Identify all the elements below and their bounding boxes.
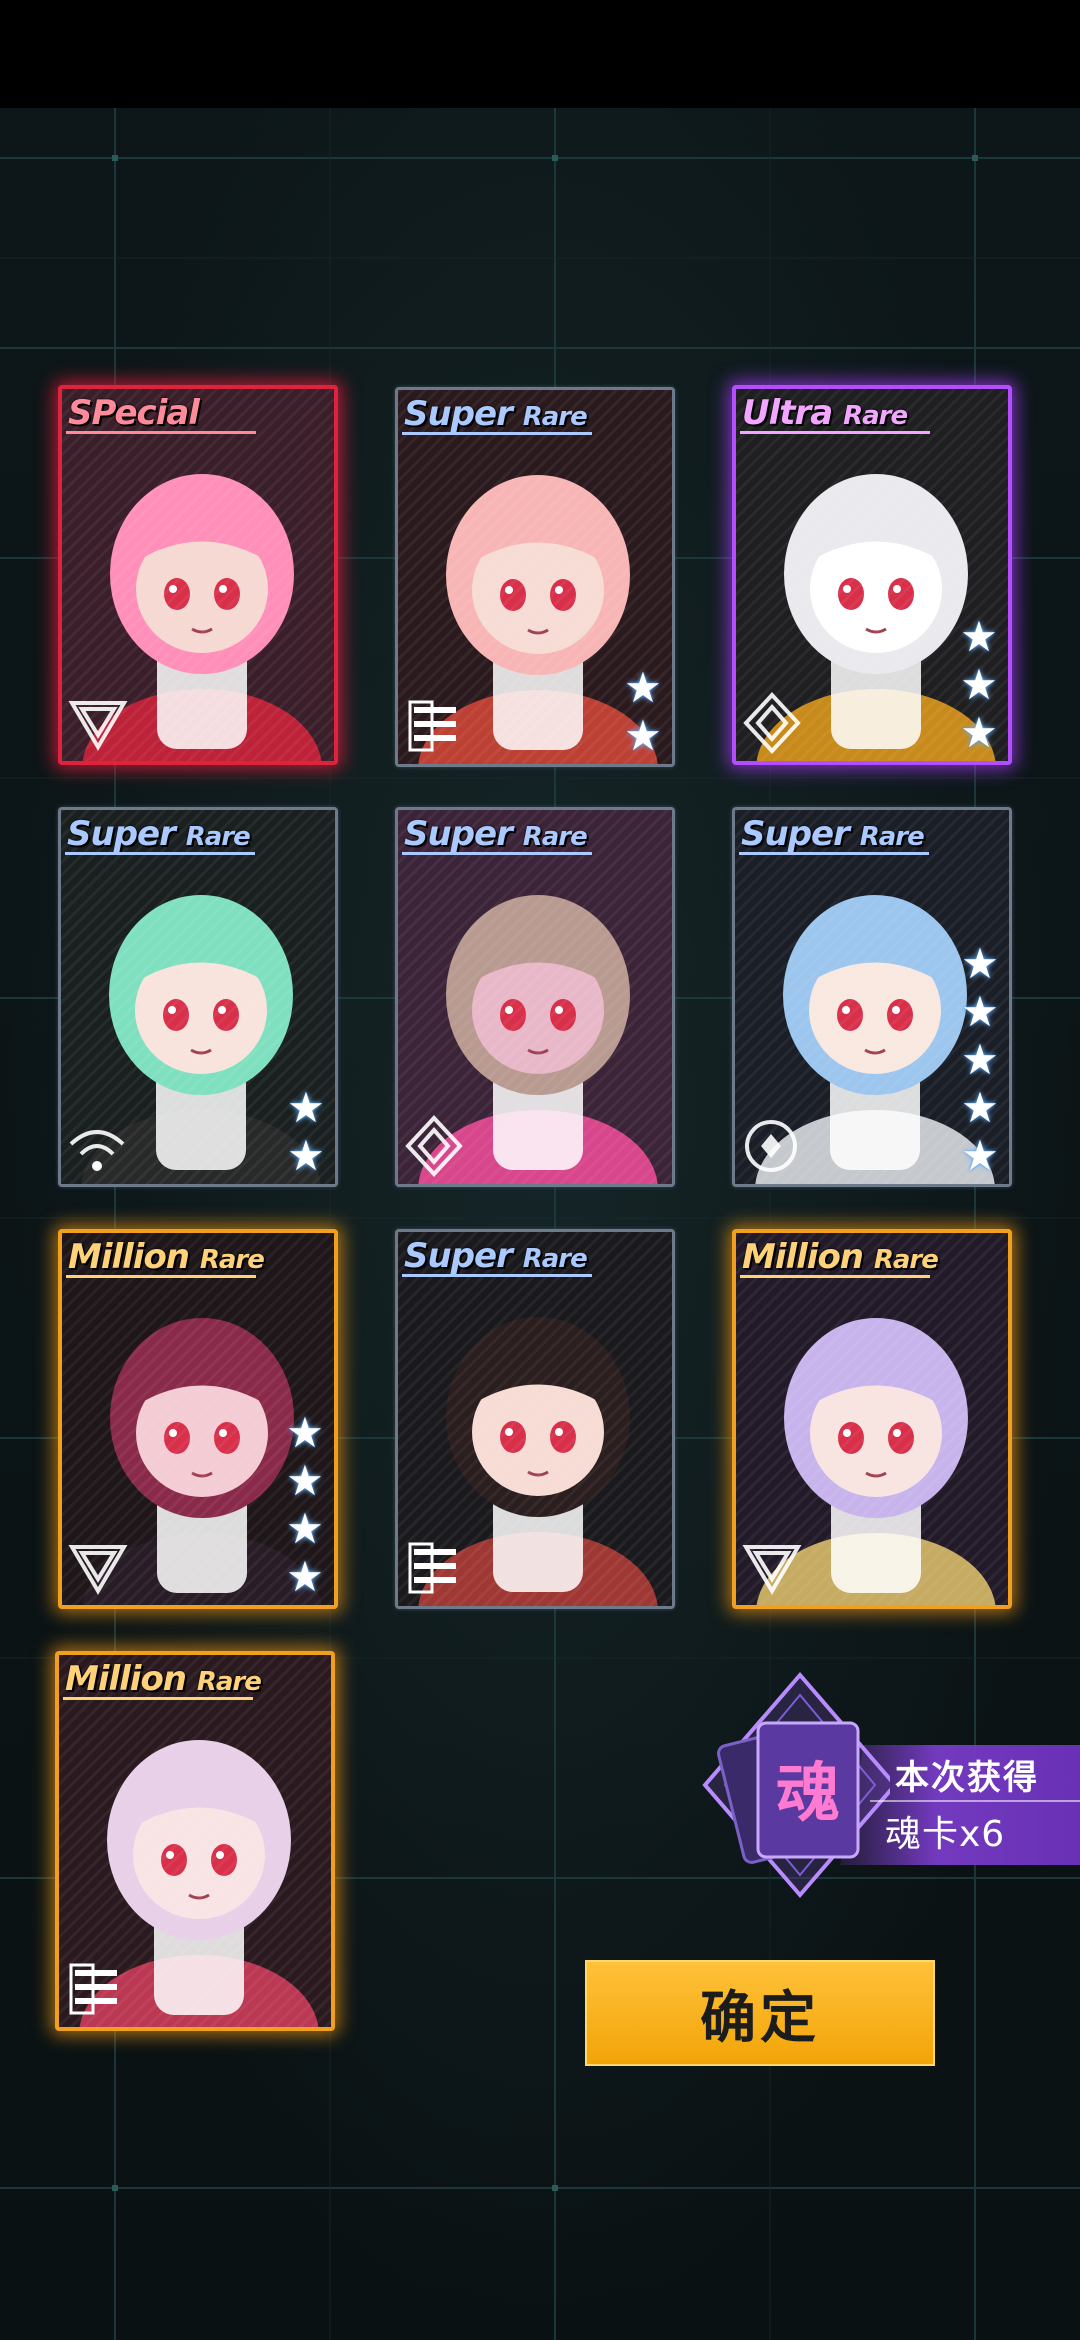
reward-title: 本次获得	[895, 1758, 1039, 1798]
star-icon: ★	[624, 711, 662, 760]
rarity-underline	[402, 1274, 592, 1277]
rarity-underline	[66, 1275, 256, 1278]
rarity-underline	[740, 1275, 930, 1278]
diamond-emblem-icon	[405, 1115, 463, 1177]
triangle-emblem-icon	[742, 1545, 802, 1595]
rarity-label: Super Rare	[404, 394, 588, 434]
rarity-main: Million	[65, 1659, 187, 1699]
stripes-emblem-icon	[69, 1963, 117, 2015]
stripes-emblem-icon	[408, 1542, 456, 1594]
star-icon: ★	[961, 987, 999, 1036]
rarity-label: Super Rare	[67, 814, 251, 854]
rarity-label: Million Rare	[742, 1237, 939, 1277]
rarity-main: Million	[68, 1237, 190, 1277]
rarity-sub: Rare	[196, 1667, 262, 1697]
star-icon: ★	[286, 1504, 324, 1553]
star-icon: ★	[960, 708, 998, 757]
character-card[interactable]: Million Rare	[732, 1229, 1012, 1609]
rarity-sub: Rare	[873, 1245, 939, 1275]
diamond-emblem-icon	[743, 692, 801, 754]
rarity-sub: Rare	[522, 1244, 588, 1274]
character-card[interactable]: Million Rare ★ ★ ★ ★	[58, 1229, 338, 1609]
rarity-main: Super	[404, 394, 513, 434]
star-icon: ★	[961, 1035, 999, 1084]
rarity-sub: Rare	[843, 401, 908, 431]
rarity-label: Million Rare	[68, 1237, 265, 1277]
star-rating: ★ ★ ★ ★	[282, 1409, 328, 1601]
reward-item-count: 魂卡x6	[885, 1814, 1006, 1855]
signal-emblem-icon	[69, 1130, 125, 1171]
character-card[interactable]: Super Rare ★ ★	[58, 807, 338, 1187]
rarity-underline	[402, 432, 592, 435]
confirm-button[interactable]: 确定	[585, 1960, 935, 2066]
star-rating: ★ ★ ★	[956, 613, 1002, 757]
rarity-main: Ultra	[742, 393, 833, 433]
soul-character: 魂	[776, 1757, 840, 1831]
rarity-underline	[740, 431, 930, 434]
character-card[interactable]: Super Rare ★ ★ ★ ★ ★	[732, 807, 1012, 1187]
rarity-underline	[65, 852, 255, 855]
rarity-underline	[402, 852, 592, 855]
rarity-label: Super Rare	[741, 814, 925, 854]
rarity-sub: Rare	[859, 822, 925, 852]
character-card[interactable]: Ultra Rare ★ ★ ★	[732, 385, 1012, 765]
star-rating: ★ ★ ★ ★ ★	[957, 940, 1003, 1180]
rarity-main: Super	[404, 814, 513, 854]
star-icon: ★	[286, 1408, 324, 1457]
reward-divider	[870, 1800, 1080, 1802]
rarity-sub: Rare	[199, 1245, 265, 1275]
character-card[interactable]: Million Rare	[55, 1651, 335, 2031]
rarity-label: SPecial	[68, 393, 200, 433]
star-icon: ★	[961, 1131, 999, 1180]
star-rating: ★ ★	[283, 1084, 329, 1180]
rarity-main: Million	[742, 1237, 864, 1277]
rarity-main: Super	[404, 1236, 513, 1276]
rarity-underline	[739, 852, 929, 855]
rarity-main: Super	[741, 814, 850, 854]
rarity-underline	[66, 431, 256, 434]
reward-notice: 魂 本次获得 魂卡x6	[690, 1665, 1080, 1905]
star-icon: ★	[960, 612, 998, 661]
star-icon: ★	[961, 1083, 999, 1132]
rarity-label: Super Rare	[404, 1236, 588, 1276]
star-icon: ★	[287, 1083, 325, 1132]
triangle-emblem-icon	[68, 701, 128, 751]
circle-emblem-icon	[745, 1120, 797, 1172]
star-icon: ★	[624, 663, 662, 712]
rarity-sub: Rare	[185, 822, 251, 852]
status-bar	[0, 0, 1080, 108]
rarity-label: Ultra Rare	[742, 393, 908, 433]
rarity-main: Super	[67, 814, 176, 854]
rarity-underline	[63, 1697, 253, 1700]
star-icon: ★	[961, 939, 999, 988]
star-icon: ★	[286, 1456, 324, 1505]
character-card[interactable]: SPecial	[58, 385, 338, 765]
star-rating: ★ ★	[620, 664, 666, 760]
triangle-emblem-icon	[68, 1545, 128, 1595]
rarity-sub: Rare	[522, 822, 588, 852]
soul-card-emblem-icon: 魂	[702, 1671, 890, 1899]
rarity-label: Super Rare	[404, 814, 588, 854]
rarity-main: SPecial	[68, 393, 200, 433]
rarity-sub: Rare	[522, 402, 588, 432]
stripes-emblem-icon	[408, 700, 456, 752]
character-card[interactable]: Super Rare	[395, 807, 675, 1187]
rarity-label: Million Rare	[65, 1659, 262, 1699]
star-icon: ★	[960, 660, 998, 709]
star-icon: ★	[286, 1552, 324, 1601]
character-card[interactable]: Super Rare ★ ★	[395, 387, 675, 767]
star-icon: ★	[287, 1131, 325, 1180]
character-card[interactable]: Super Rare	[395, 1229, 675, 1609]
